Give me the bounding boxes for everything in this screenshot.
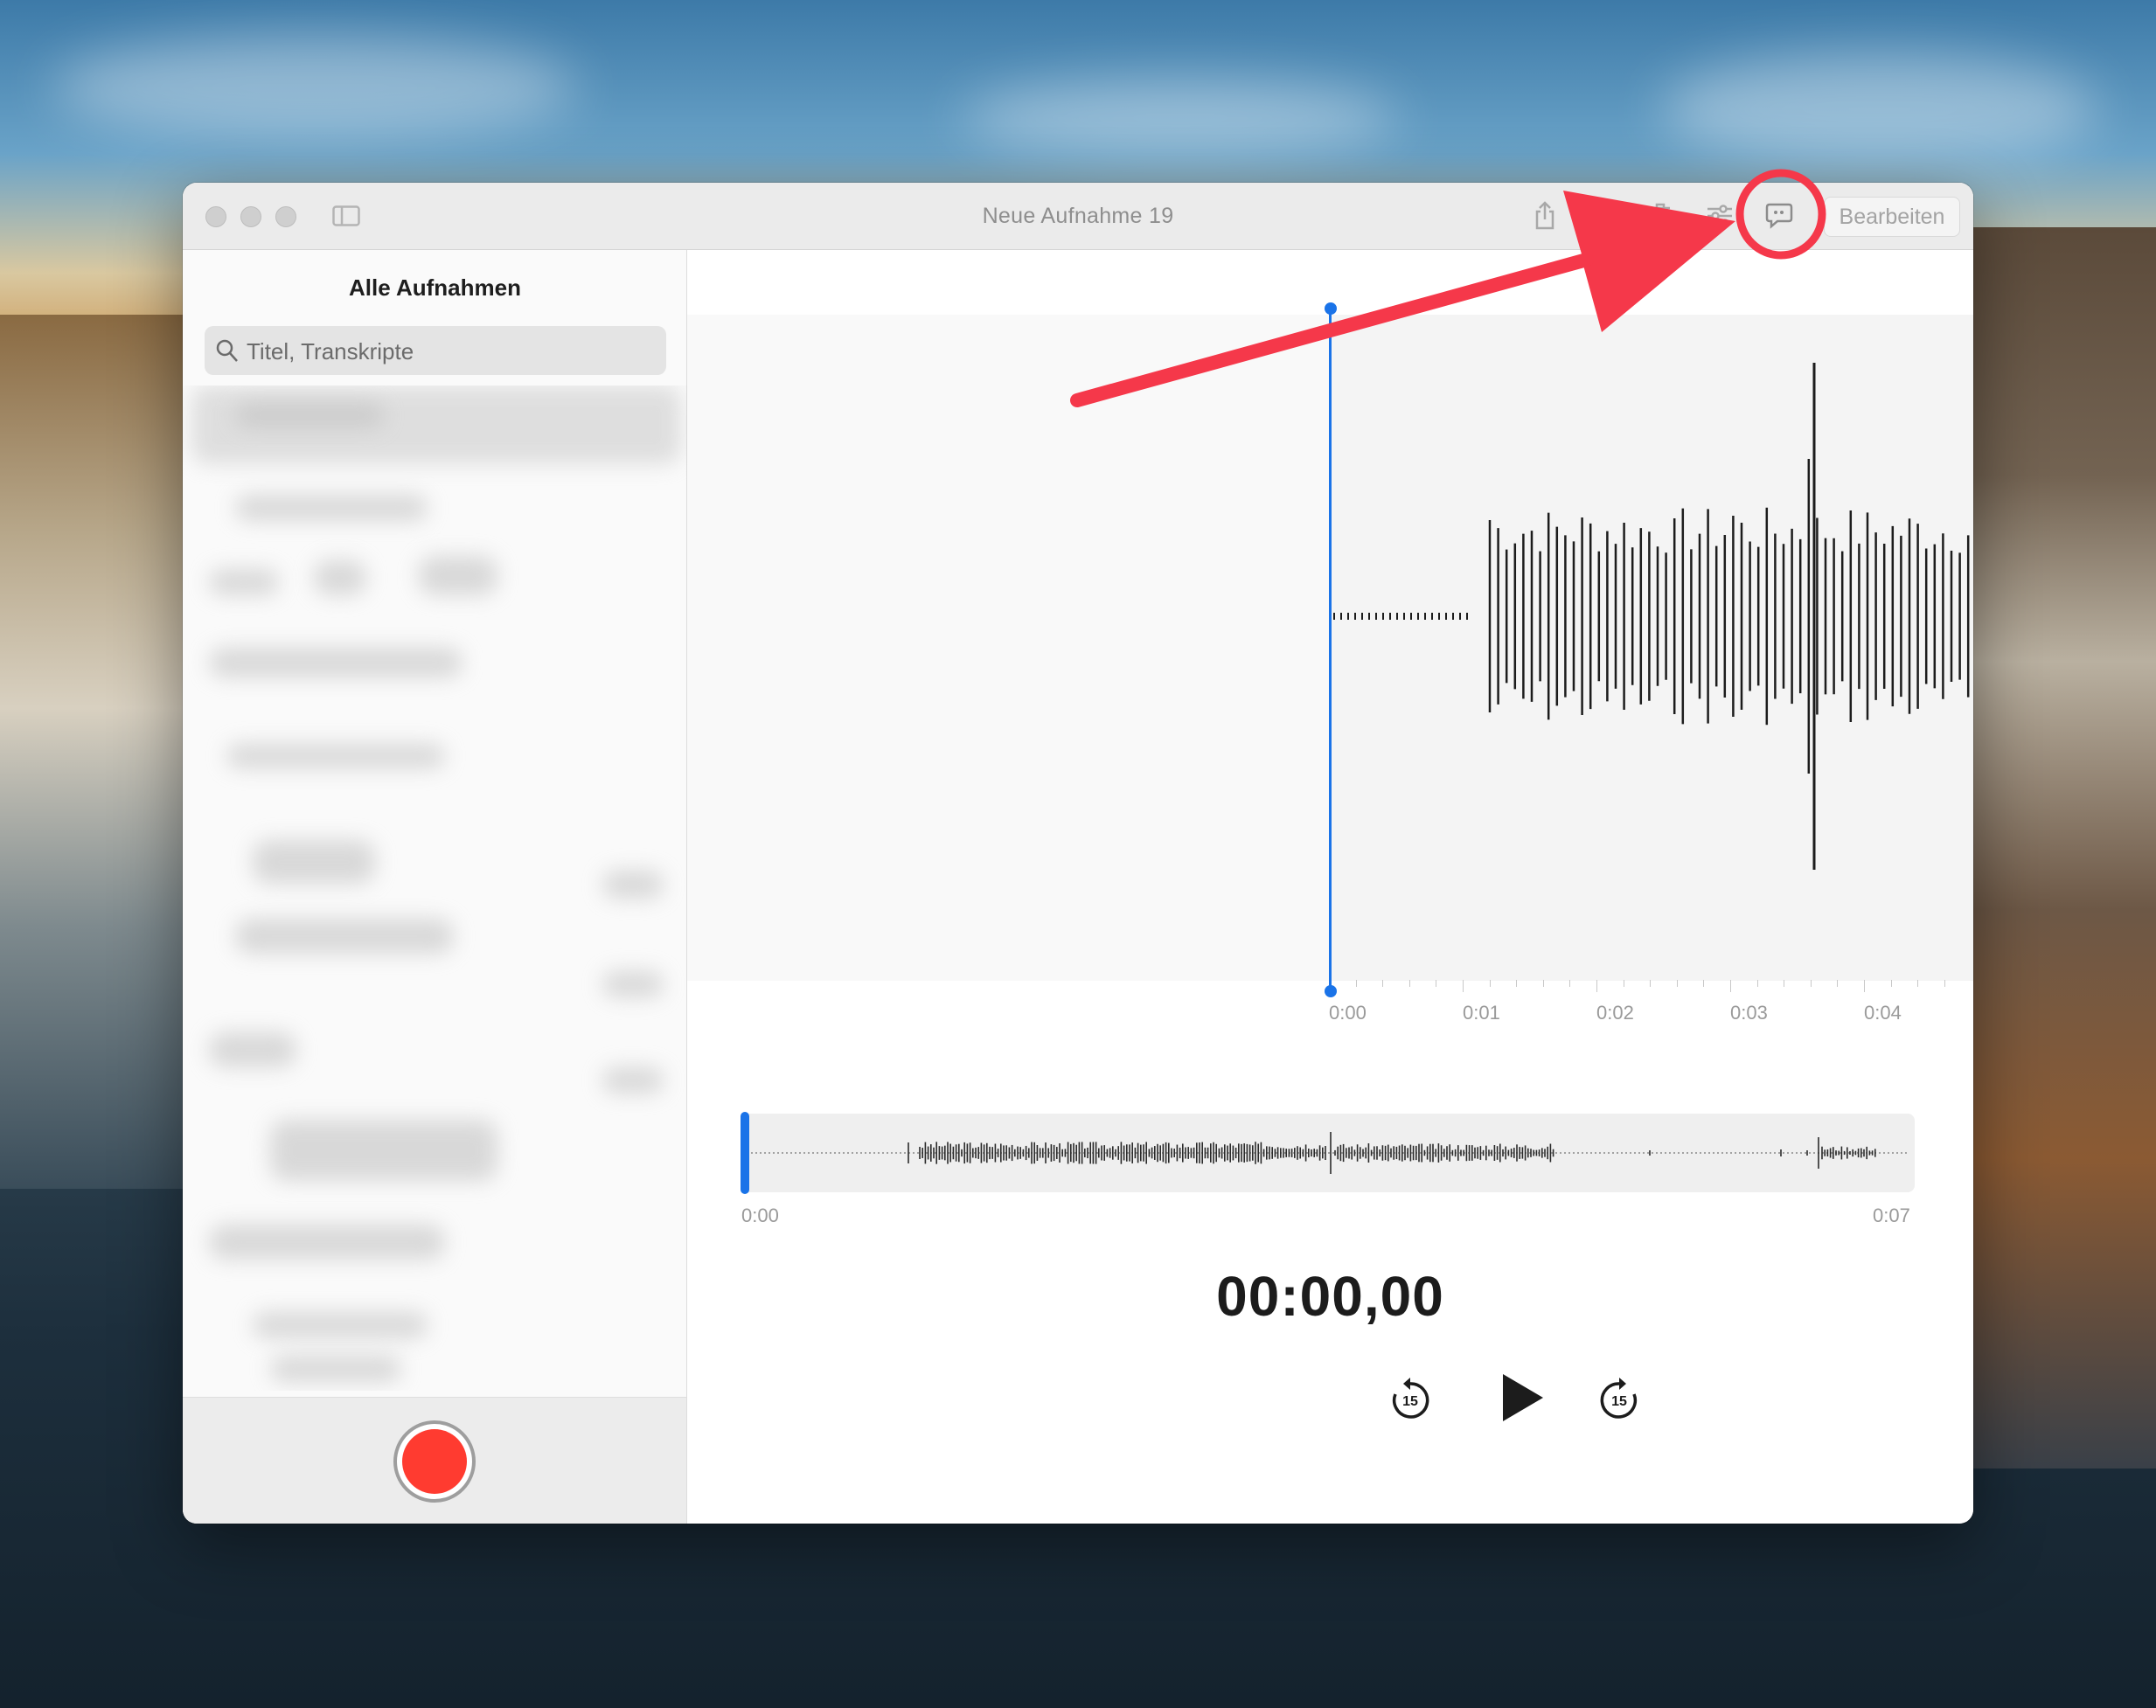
skip-back-value: 15 [1402, 1394, 1418, 1409]
skip-back-icon: 15 [1392, 1378, 1429, 1419]
axis-tick [1890, 980, 1892, 987]
axis-tick [1516, 980, 1518, 987]
sidebar: Alle Aufnahmen Titel, Transkripte [183, 250, 687, 1524]
axis-tick [1810, 980, 1812, 987]
axis-tick [1837, 980, 1839, 987]
play-button[interactable] [1496, 1370, 1548, 1426]
transcript-icon[interactable] [1762, 198, 1797, 233]
sliders-icon[interactable] [1702, 198, 1737, 233]
axis-tick [1489, 980, 1491, 987]
playhead[interactable] [1329, 308, 1332, 991]
skip-forward-15-button[interactable]: 15 [1598, 1376, 1640, 1420]
axis-tick [1756, 980, 1758, 987]
overview-start-label: 0:00 [741, 1205, 779, 1226]
playhead-bottom-handle[interactable] [1325, 985, 1337, 997]
axis-tick [1596, 980, 1597, 992]
overview-scrubber[interactable] [741, 1114, 1915, 1192]
axis-tick [1542, 980, 1544, 987]
axis-tick [1730, 980, 1731, 992]
trash-icon[interactable] [1643, 198, 1678, 233]
axis-label: 0:00 [1329, 1002, 1367, 1024]
overview-playhead[interactable] [741, 1112, 749, 1194]
playhead-top-handle[interactable] [1325, 302, 1337, 315]
titlebar: Neue Aufnahme 19 Bearbeiten [183, 183, 1973, 250]
axis-label: 0:03 [1730, 1002, 1768, 1024]
axis-label: 0:02 [1596, 1002, 1634, 1024]
play-icon [1503, 1374, 1543, 1421]
axis-tick [1569, 980, 1571, 987]
sidebar-title: Alle Aufnahmen [349, 274, 521, 301]
axis-label: 0:04 [1864, 1002, 1902, 1024]
axis-tick [1676, 980, 1678, 987]
search-field[interactable]: Titel, Transkripte [205, 326, 666, 375]
axis-tick [1650, 980, 1652, 987]
recording-detail: 0:00 0:01 0:02 0:03 0:04 0:00 0:07 00:00… [687, 250, 1973, 1524]
elapsed-time: 00:00,00 [1216, 1265, 1444, 1328]
search-icon [215, 337, 240, 368]
axis-tick [1408, 980, 1410, 987]
axis-tick [1703, 980, 1705, 987]
edit-button[interactable]: Bearbeiten [1824, 197, 1960, 237]
axis-label: 0:01 [1463, 1002, 1500, 1024]
axis-tick [1382, 980, 1384, 987]
axis-tick [1463, 980, 1464, 992]
recordings-list-blurred [183, 385, 687, 1391]
axis-tick [1917, 980, 1919, 987]
voice-memos-window: Neue Aufnahme 19 Bearbeiten Alle Aufnahm… [183, 183, 1973, 1524]
skip-forward-value: 15 [1611, 1394, 1627, 1409]
overview-end-label: 0:07 [1873, 1205, 1910, 1226]
sidebar-footer [183, 1397, 686, 1524]
share-icon[interactable] [1527, 198, 1562, 233]
skip-forward-icon: 15 [1600, 1378, 1638, 1419]
record-icon [402, 1429, 467, 1494]
overview-waveform [751, 1132, 1908, 1174]
record-button[interactable] [393, 1420, 476, 1503]
axis-tick [1355, 980, 1357, 987]
axis-tick [1864, 980, 1865, 992]
skip-back-15-button[interactable]: 15 [1389, 1376, 1431, 1420]
search-placeholder: Titel, Transkripte [247, 338, 414, 365]
axis-tick [1944, 980, 1945, 987]
